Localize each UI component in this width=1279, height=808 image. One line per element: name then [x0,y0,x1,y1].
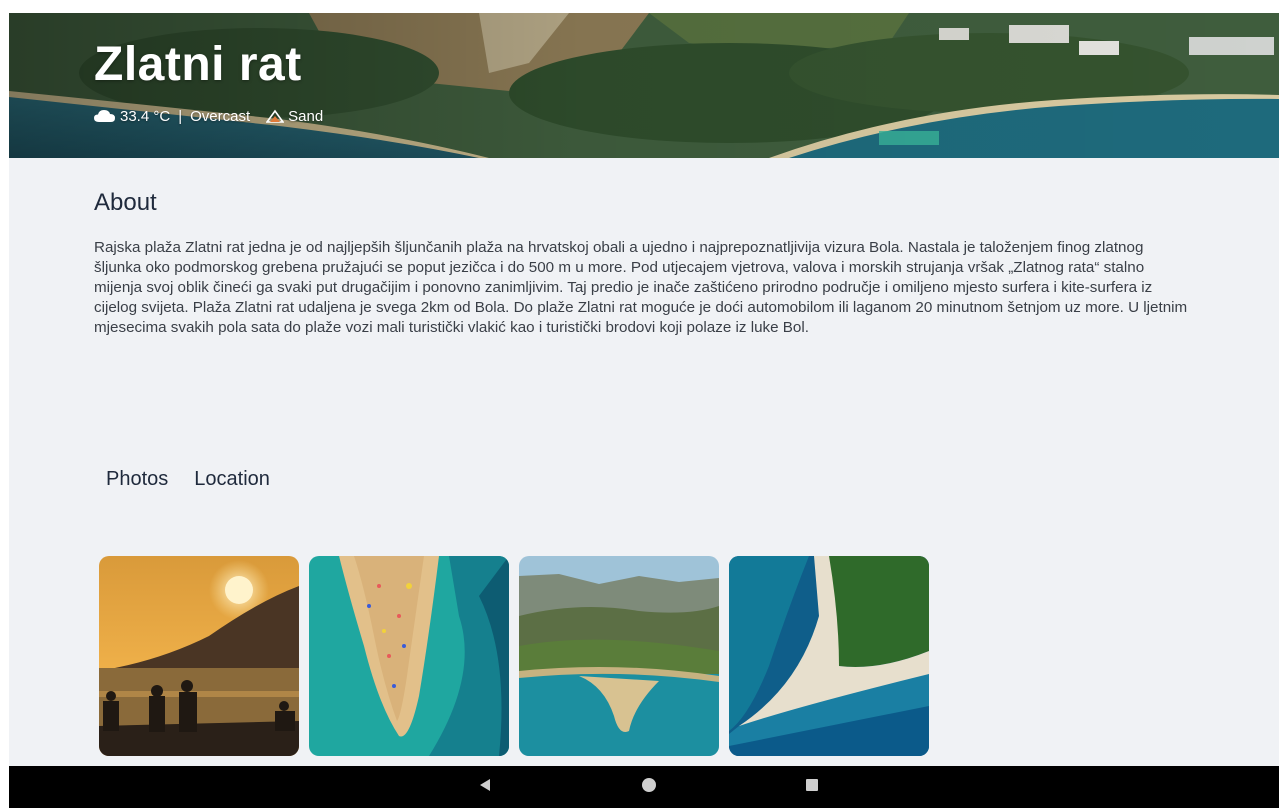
about-description: Rajska plaža Zlatni rat jedna je od najl… [94,239,1188,336]
recents-square-icon [805,778,819,797]
sand-icon [266,109,285,123]
photo-thumbnail-coast[interactable] [729,556,929,756]
back-triangle-icon [478,778,492,797]
app-screen: Zlatni rat 33.4 °C | Overcast Sand About… [9,13,1279,808]
beach-title: Zlatni rat [94,38,302,91]
about-heading: About [94,189,157,216]
photo-thumbnail-sunset[interactable] [99,556,299,756]
nav-recents-button[interactable] [788,766,836,808]
home-circle-icon [641,777,657,798]
tab-photos[interactable]: Photos [106,468,168,491]
nav-back-button[interactable] [461,766,509,808]
hero-meta-row: 33.4 °C | Overcast Sand [94,106,323,126]
beach-type-text: Sand [288,107,324,125]
temperature-text: 33.4 °C [120,107,171,125]
nav-home-button[interactable] [625,766,673,808]
photo-thumbnail-mountain-view[interactable] [519,556,719,756]
photo-gallery [99,556,929,756]
weather-condition-text: Overcast [190,107,251,125]
system-navigation-bar [9,766,1279,808]
meta-separator: | [178,107,183,125]
cloud-icon [94,109,116,123]
content-tabs: Photos Location [106,468,270,491]
photo-thumbnail-aerial-beach[interactable] [309,556,509,756]
tab-location[interactable]: Location [194,468,270,491]
hero-banner: Zlatni rat 33.4 °C | Overcast Sand [9,13,1279,158]
